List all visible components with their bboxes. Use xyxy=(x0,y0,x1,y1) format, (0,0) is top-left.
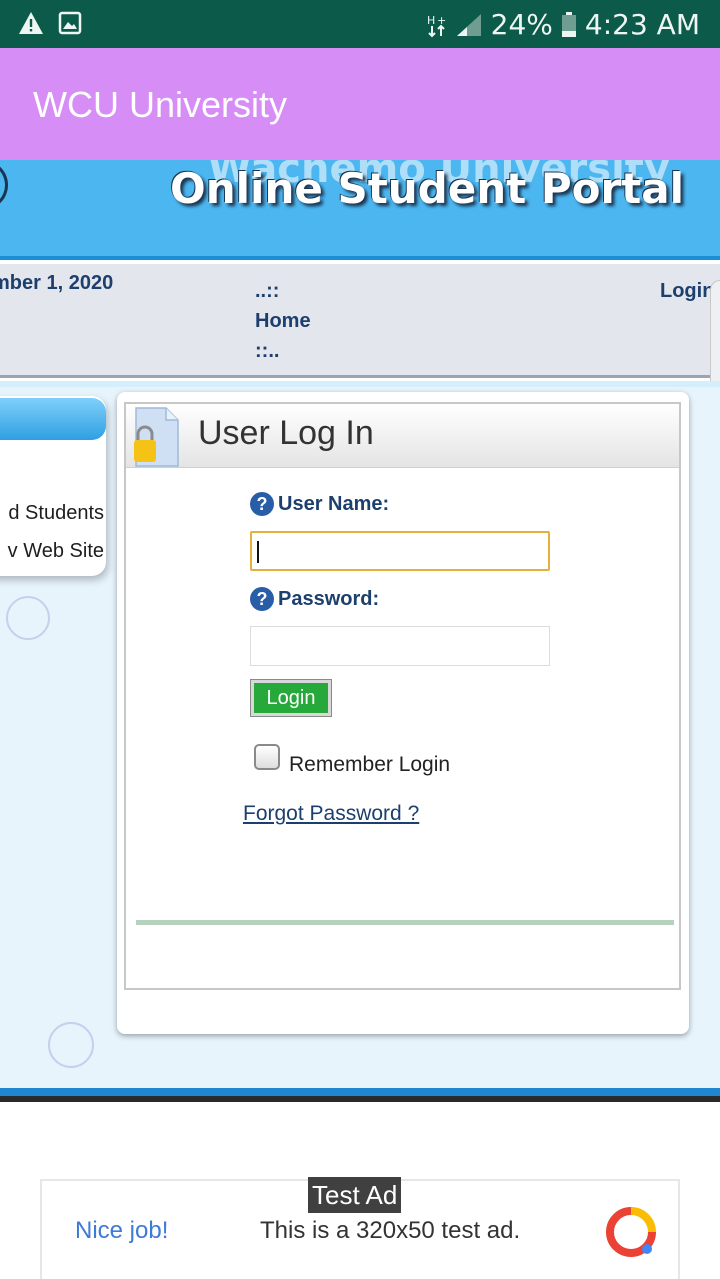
university-logo-icon xyxy=(0,160,8,210)
help-icon[interactable]: ? xyxy=(250,492,274,516)
nav-home-decor-bottom: ::.. xyxy=(255,340,280,362)
username-label-text: User Name: xyxy=(278,492,390,515)
password-label-text: Password: xyxy=(278,587,380,610)
svg-text:+: + xyxy=(437,14,446,27)
nav-home-label: Home xyxy=(255,310,311,332)
test-ad-banner[interactable]: Test Ad Nice job! This is a 320x50 test … xyxy=(40,1177,680,1279)
status-bar: H + 24% 4:23 AM xyxy=(0,0,720,48)
ad-label: Test Ad xyxy=(308,1177,402,1213)
webview[interactable]: Wachemo University Online Student Portal… xyxy=(0,160,720,1110)
ad-message: This is a 320x50 test ad. xyxy=(260,1217,521,1244)
password-label: ? Password: xyxy=(250,587,379,611)
lock-icon xyxy=(134,407,179,467)
text-caret xyxy=(257,541,259,563)
sidebar-item-website[interactable]: v Web Site xyxy=(0,540,104,563)
ad-network-logo-icon xyxy=(606,1207,656,1257)
login-panel-header: User Log In xyxy=(126,404,679,468)
panel-divider xyxy=(136,920,674,925)
app-bar: WCU University xyxy=(0,48,720,160)
ad-nice-text: Nice job! xyxy=(75,1217,169,1244)
login-button[interactable]: Login xyxy=(250,679,332,717)
portal-banner: Wachemo University Online Student Portal xyxy=(0,160,720,260)
nav-home-decor-top: ..:: xyxy=(255,280,280,302)
username-input[interactable] xyxy=(250,531,550,571)
password-input[interactable] xyxy=(250,626,550,666)
decor-circle xyxy=(6,596,50,640)
nav-strip: mber 1, 2020 ..:: Home ::.. Login xyxy=(0,264,720,378)
svg-text:H: H xyxy=(427,14,435,27)
sidebar-menu: d Students v Web Site xyxy=(0,396,106,576)
forgot-password-link[interactable]: Forgot Password ? xyxy=(243,802,419,826)
banner-title: Online Student Portal xyxy=(170,164,684,213)
username-label: ? User Name: xyxy=(250,492,389,516)
battery-percent: 24% xyxy=(490,8,553,41)
nav-login-link[interactable]: Login xyxy=(660,280,714,303)
remember-label[interactable]: Remember Login xyxy=(289,753,450,777)
sidebar-item-students[interactable]: d Students xyxy=(0,502,104,525)
warning-icon xyxy=(19,12,43,34)
clock: 4:23 AM xyxy=(584,8,700,41)
nav-date: mber 1, 2020 xyxy=(0,272,114,294)
login-panel: User Log In ? User Name: ? Password: Log… xyxy=(124,402,681,990)
content-bottom-bar xyxy=(0,1088,720,1102)
signal-icon xyxy=(456,13,481,36)
data-arrows-icon: H + xyxy=(427,14,446,37)
sidebar-header xyxy=(0,398,106,440)
app-title: WCU University xyxy=(33,84,288,125)
nav-home-link[interactable]: ..:: Home ::.. xyxy=(255,276,311,366)
login-title: User Log In xyxy=(198,414,374,452)
image-icon xyxy=(58,11,82,35)
help-icon[interactable]: ? xyxy=(250,587,274,611)
remember-checkbox[interactable] xyxy=(254,744,280,770)
decor-circle xyxy=(48,1022,94,1068)
battery-icon xyxy=(561,11,576,37)
login-card: User Log In ? User Name: ? Password: Log… xyxy=(117,392,689,1034)
